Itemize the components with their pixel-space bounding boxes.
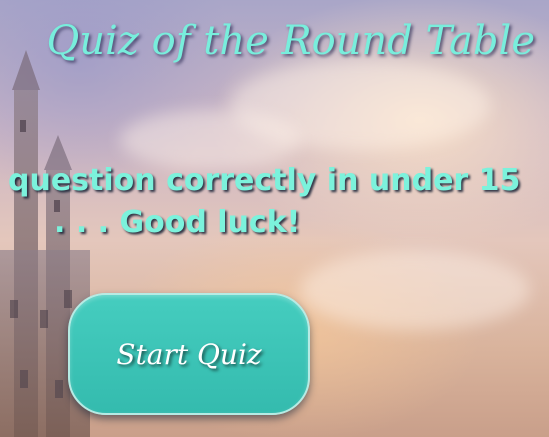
instructions-line-1: question correctly in under 15 — [8, 163, 521, 198]
quiz-title: Quiz of the Round Table — [46, 18, 536, 64]
start-quiz-button[interactable]: Start Quiz — [68, 293, 310, 415]
cloud — [300, 250, 530, 330]
instructions-text: question correctly in under 15 . . . Goo… — [8, 160, 549, 244]
instructions-line-2: . . . Good luck! — [54, 205, 301, 240]
start-quiz-label: Start Quiz — [116, 337, 262, 371]
